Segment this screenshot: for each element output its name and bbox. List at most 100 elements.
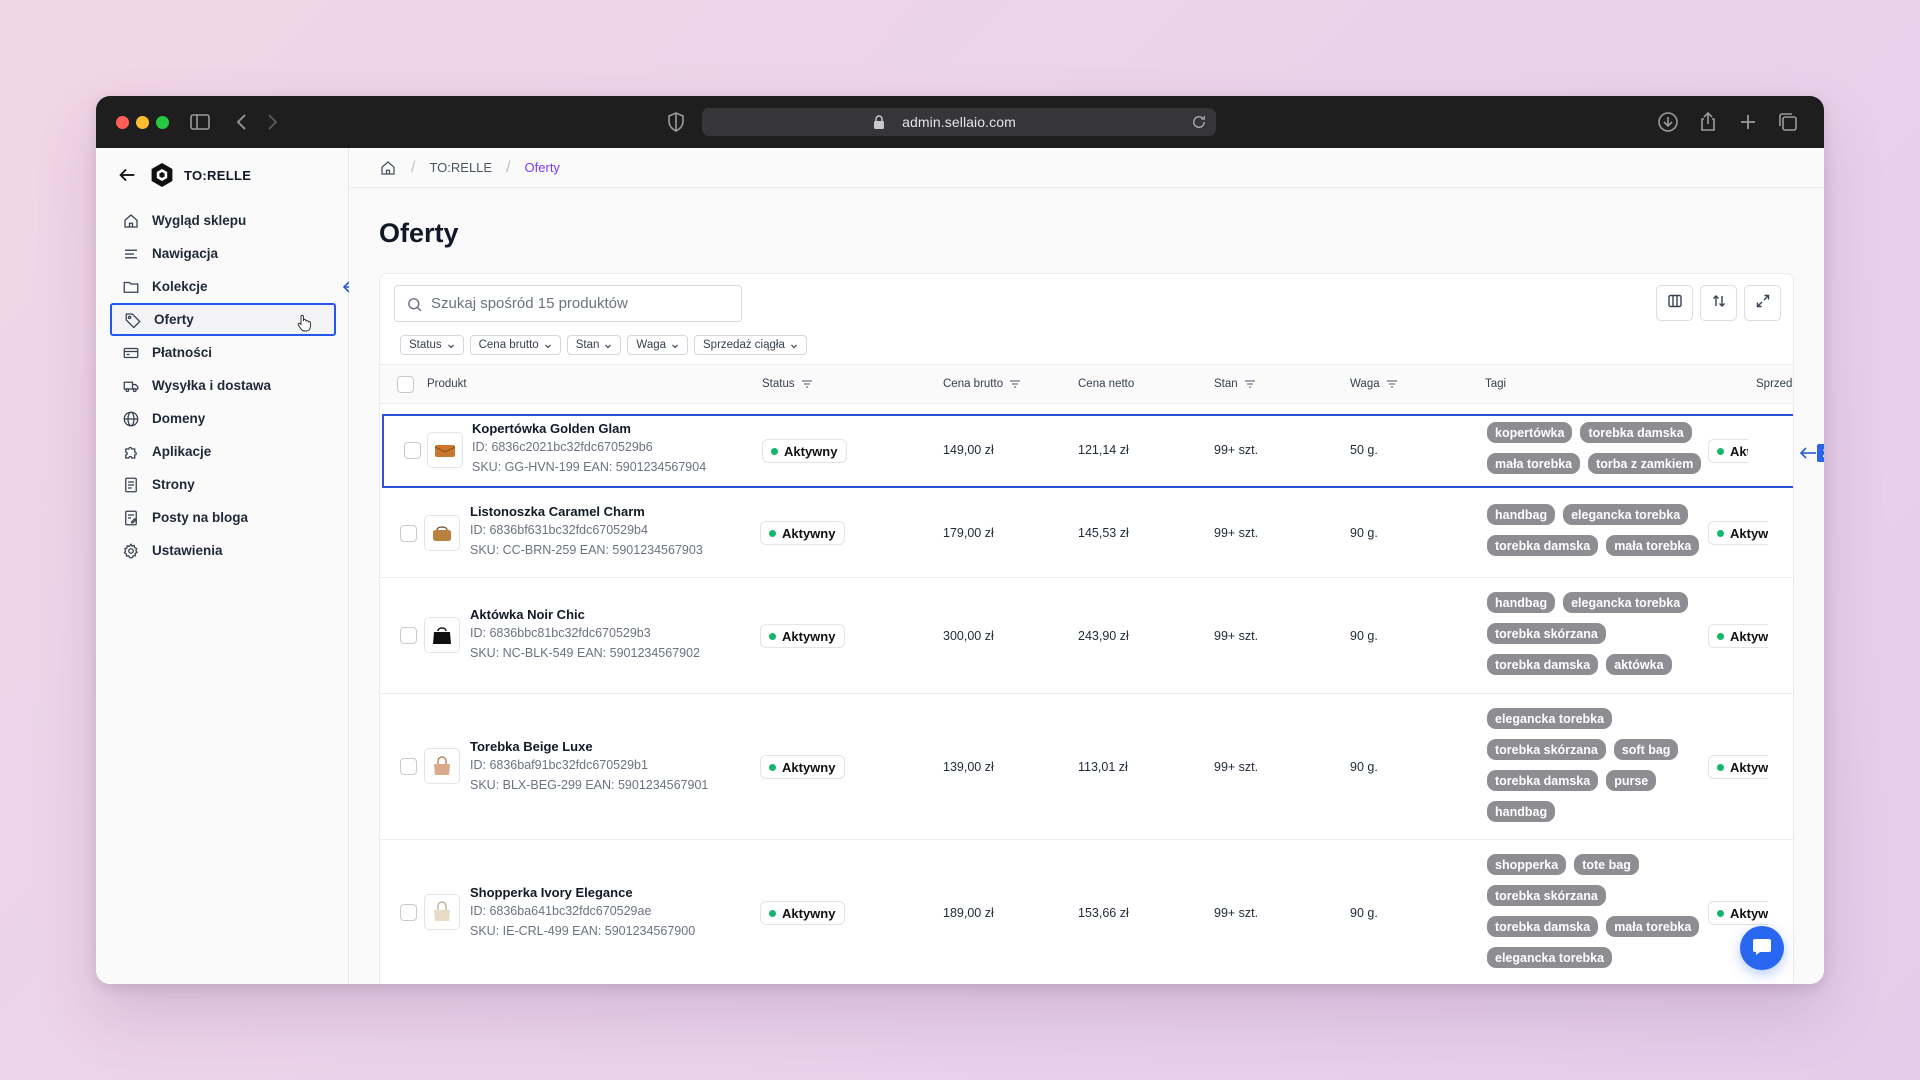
tag-chip[interactable]: torebka skórzana [1487,739,1606,760]
row-checkbox[interactable] [400,904,417,921]
sidebar-item-wyglad-sklepu[interactable]: Wygląd sklepu [110,204,336,237]
header-status[interactable]: Status [762,378,813,390]
sidebar-item-kolekcje[interactable]: Kolekcje [110,270,336,303]
filter-stan[interactable]: Stan [566,335,622,355]
tag-chip[interactable]: tote bag [1574,854,1639,875]
status-dot [769,763,776,771]
back-arrow-icon[interactable] [116,164,138,186]
share-icon[interactable] [1696,110,1720,134]
tag-chip[interactable]: torebka damska [1487,916,1599,937]
expand-button[interactable] [1744,285,1781,321]
tote-bag-icon [434,901,450,921]
tab-overview-icon[interactable] [1776,110,1800,134]
tag-chip[interactable]: handbag [1487,592,1556,613]
breadcrumb-separator: / [506,158,511,176]
product-name[interactable]: Listonoszka Caramel Charm [470,504,645,519]
new-tab-icon[interactable] [1736,110,1760,134]
tag-chip[interactable]: handbag [1487,801,1556,822]
chat-support-button[interactable] [1740,926,1784,970]
breadcrumb-current[interactable]: Oferty [525,160,560,175]
tag-chip[interactable]: soft bag [1613,739,1679,760]
sort-button[interactable] [1700,285,1737,321]
filter-sprzedaz-ciagla[interactable]: Sprzedaż ciągła [694,335,807,355]
tag-chip[interactable]: torebka damska [1487,535,1599,556]
tag-chip[interactable]: torebka damska [1580,422,1692,443]
filter-bar: Status Cena brutto Stan Waga Sprzedaż ci… [400,335,807,355]
sidebar-item-aplikacje[interactable]: Aplikacje [110,435,336,468]
reload-icon[interactable] [1190,113,1208,131]
tag-chip[interactable]: elegancka torebka [1487,947,1613,968]
sidebar-item-platnosci[interactable]: Płatności [110,336,336,369]
search-input[interactable] [431,286,731,321]
product-name[interactable]: Shopperka Ivory Elegance [470,885,633,900]
tag-chip[interactable]: torebka skórzana [1487,623,1606,644]
sidebar-toggle-icon[interactable] [188,110,212,134]
row-checkbox[interactable] [400,758,417,775]
table-row[interactable]: Listonoszka Caramel Charm ID: 6836bf631b… [380,490,1793,578]
product-name[interactable]: Torebka Beige Luxe [470,739,593,754]
row-checkbox[interactable] [404,442,421,459]
filter-status[interactable]: Status [400,335,464,355]
table-row[interactable]: Torebka Beige Luxe ID: 6836baf91bc32fdc6… [380,694,1793,840]
tag-chip[interactable]: purse [1606,770,1657,791]
product-sku: SKU: BLX-BEG-299 EAN: 5901234567901 [470,778,709,792]
search-box[interactable] [394,285,742,322]
tag-chip[interactable]: mała torebka [1606,916,1700,937]
table-row[interactable]: Kopertówka Golden Glam ID: 6836c2021bc32… [382,414,1793,488]
tag-chip[interactable]: torebka damska [1487,654,1599,675]
close-window-button[interactable] [116,116,129,129]
forward-nav-icon[interactable] [260,110,284,134]
columns-button[interactable] [1656,285,1693,321]
sidebar-item-wysylka[interactable]: Wysyłka i dostawa [110,369,336,402]
tag-chip[interactable]: aktówka [1606,654,1672,675]
product-name[interactable]: Kopertówka Golden Glam [472,421,631,436]
zoom-window-button[interactable] [156,116,169,129]
tag-chip[interactable]: kopertówka [1487,422,1573,443]
table-row[interactable]: Shopperka Ivory Elegance ID: 6836ba641bc… [380,840,1793,984]
sidebar-item-domeny[interactable]: Domeny [110,402,336,435]
select-all-checkbox[interactable] [397,376,414,393]
status-badge: Aktywny [760,624,846,648]
filter-cena-brutto[interactable]: Cena brutto [469,335,561,355]
tag-chip[interactable]: elegancka torebka [1563,592,1689,613]
tag-chip[interactable]: mała torebka [1606,535,1700,556]
sidebar-item-strony[interactable]: Strony [110,468,336,501]
sidebar-item-label: Ustawienia [152,543,223,558]
status-text: Aktywny [1730,759,1768,775]
back-nav-icon[interactable] [230,110,254,134]
tag-chip[interactable]: torba z zamkiem [1588,453,1702,474]
header-tags[interactable]: Tagi [1485,378,1506,390]
home-icon[interactable] [379,159,397,177]
breadcrumb-store[interactable]: TO:RELLE [429,160,492,175]
filter-waga[interactable]: Waga [627,335,689,355]
sidebar-item-nawigacja[interactable]: Nawigacja [110,237,336,270]
header-product[interactable]: Produkt [427,378,467,390]
row-checkbox[interactable] [400,525,417,542]
tag-chip[interactable]: shopperka [1487,854,1567,875]
tag-chip[interactable]: handbag [1487,504,1556,525]
header-net-price[interactable]: Cena netto [1078,378,1134,390]
sidebar-item-posty[interactable]: Posty na bloga [110,501,336,534]
tag-chip[interactable]: torebka damska [1487,770,1599,791]
row-checkbox[interactable] [400,627,417,644]
header-gross-price[interactable]: Cena brutto [943,378,1021,390]
gross-price: 189,00 zł [943,906,994,920]
filter-label: Cena brutto [478,339,539,351]
tag-chip[interactable]: torebka skórzana [1487,885,1606,906]
sidebar-item-ustawienia[interactable]: Ustawienia [110,534,336,567]
product-id: ID: 6836bbc81bc32fdc670529b3 [470,626,651,640]
privacy-shield-icon[interactable] [664,110,688,134]
table-row[interactable]: Aktówka Noir Chic ID: 6836bbc81bc32fdc67… [380,578,1793,694]
address-bar[interactable]: admin.sellaio.com [702,108,1216,136]
header-stock[interactable]: Stan [1214,378,1256,390]
net-price: 153,66 zł [1078,906,1129,920]
tag-chip[interactable]: elegancka torebka [1487,708,1613,729]
download-icon[interactable] [1656,110,1680,134]
minimize-window-button[interactable] [136,116,149,129]
header-continuous-sale[interactable]: Sprzed [1756,378,1792,390]
product-name[interactable]: Aktówka Noir Chic [470,607,585,622]
sidebar-item-oferty[interactable]: Oferty [110,303,336,336]
tag-chip[interactable]: elegancka torebka [1563,504,1689,525]
tag-chip[interactable]: mała torebka [1487,453,1581,474]
header-weight[interactable]: Waga [1350,378,1398,390]
